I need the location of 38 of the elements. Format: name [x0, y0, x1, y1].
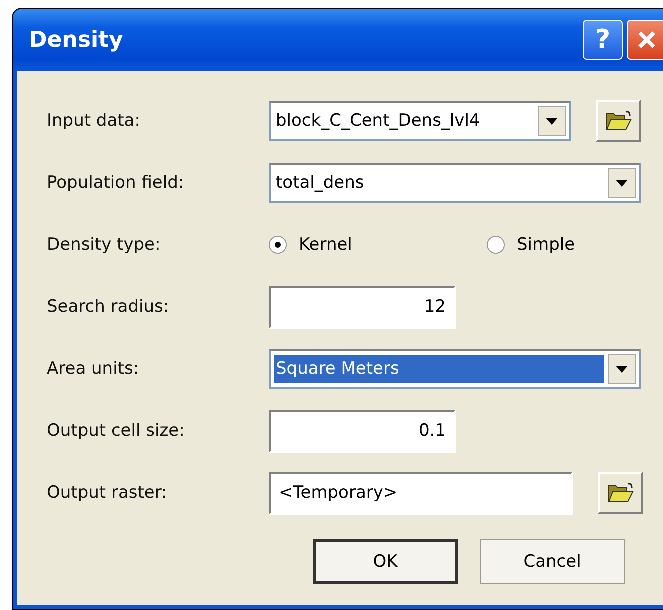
radio-label: Simple: [517, 235, 576, 255]
dropdown-button[interactable]: [608, 168, 636, 198]
close-button[interactable]: [627, 20, 663, 60]
dropdown-field[interactable]: Square Meters: [269, 349, 641, 389]
field-label: Area units:: [47, 359, 140, 379]
folder-icon: [606, 110, 632, 132]
field-label: Input data:: [47, 111, 142, 131]
field-label: Population field:: [47, 173, 186, 193]
ok-button[interactable]: OK: [313, 539, 458, 584]
field-label: Search radius:: [47, 297, 170, 317]
dropdown-button[interactable]: [608, 354, 636, 384]
field-label: Output cell size:: [47, 421, 186, 441]
browse-button[interactable]: [598, 472, 643, 514]
radio-option[interactable]: Simple: [487, 235, 663, 255]
radio-label: Kernel: [299, 235, 352, 255]
input-field[interactable]: <Temporary>: [269, 472, 573, 514]
help-button[interactable]: ?: [583, 20, 623, 60]
window-title: Density: [29, 28, 124, 52]
input-field[interactable]: 12: [269, 286, 456, 328]
dropdown-value: Square Meters: [274, 355, 604, 383]
radio-option[interactable]: Kernel: [269, 235, 487, 255]
input-field[interactable]: 0.1: [269, 410, 456, 452]
cancel-button[interactable]: Cancel: [480, 539, 625, 584]
caret-icon: [616, 366, 628, 372]
dropdown-value: total_dens: [275, 172, 366, 195]
dropdown-value: block_C_Cent_Dens_lvl4: [275, 110, 482, 133]
browse-button[interactable]: [596, 100, 641, 142]
close-icon: [636, 29, 658, 51]
folder-icon: [608, 482, 634, 504]
dropdown-field[interactable]: block_C_Cent_Dens_lvl4: [269, 101, 571, 141]
field-label: Output raster:: [47, 483, 168, 503]
radio-button[interactable]: [487, 236, 505, 254]
caret-icon: [546, 118, 558, 124]
dropdown-button[interactable]: [538, 106, 566, 136]
dropdown-field[interactable]: total_dens: [269, 163, 641, 203]
caret-icon: [616, 180, 628, 186]
field-label: Density type:: [47, 235, 162, 255]
radio-button[interactable]: [269, 236, 287, 254]
